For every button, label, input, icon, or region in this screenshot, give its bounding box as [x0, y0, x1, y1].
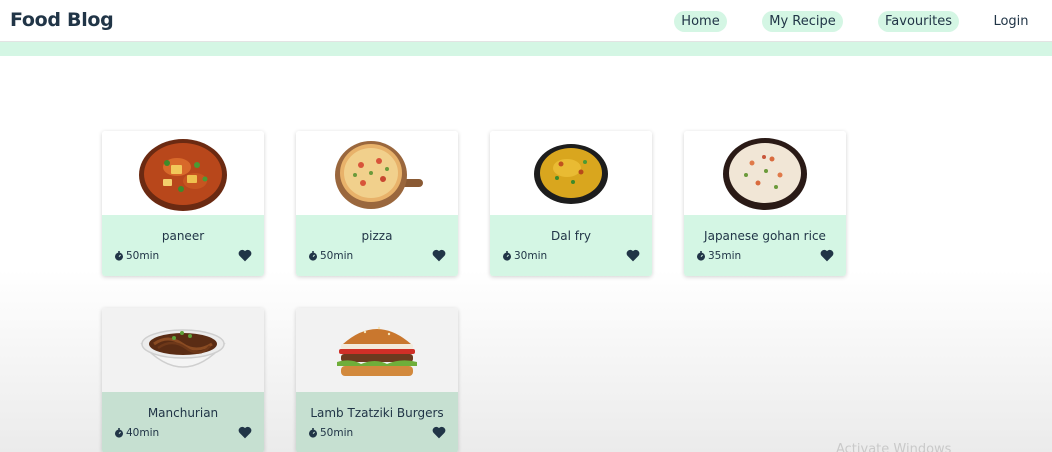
- pizza-board-image: [335, 141, 423, 209]
- nav-my-recipe-link[interactable]: My Recipe: [762, 11, 843, 32]
- recipe-title: pizza: [361, 229, 393, 243]
- favourite-heart-icon[interactable]: [238, 249, 252, 262]
- recipe-time: 50min: [308, 427, 353, 439]
- recipe-title: Japanese gohan rice: [704, 229, 826, 243]
- stopwatch-icon: [309, 251, 317, 261]
- recipe-image: [296, 131, 458, 215]
- curry-bowl-image: [139, 139, 227, 211]
- recipe-card[interactable]: Lamb Tzatziki Burgers 50min: [296, 308, 458, 452]
- nav-login-link[interactable]: Login: [990, 11, 1032, 32]
- recipe-title: Lamb Tzatziki Burgers: [310, 406, 444, 420]
- favourite-heart-icon[interactable]: [432, 249, 446, 262]
- favourite-heart-icon[interactable]: [238, 426, 252, 439]
- recipe-time-value: 50min: [320, 250, 354, 262]
- recipe-info: paneer 50min: [102, 215, 264, 276]
- recipe-card[interactable]: Manchurian 40min: [102, 308, 264, 452]
- stopwatch-icon: [503, 251, 511, 261]
- recipe-info: Lamb Tzatziki Burgers 50min: [296, 392, 458, 452]
- recipe-time: 35min: [696, 250, 741, 262]
- recipe-time-value: 50min: [126, 250, 160, 262]
- stopwatch-icon: [115, 251, 123, 261]
- recipe-info: Manchurian 40min: [102, 392, 264, 452]
- noodle-bowl-image: [140, 329, 226, 368]
- stopwatch-icon: [309, 428, 317, 438]
- header-accent-strip: [0, 42, 1052, 56]
- activate-windows-watermark: Activate Windows: [836, 442, 952, 452]
- recipe-image: [102, 131, 264, 215]
- recipe-time: 40min: [114, 427, 159, 439]
- favourite-heart-icon[interactable]: [432, 426, 446, 439]
- recipe-info: pizza 50min: [296, 215, 458, 276]
- favourite-heart-icon[interactable]: [626, 249, 640, 262]
- nav-home-link[interactable]: Home: [674, 11, 727, 32]
- brand-title[interactable]: Food Blog: [10, 9, 114, 31]
- dal-bowl-image: [534, 144, 608, 204]
- stopwatch-icon: [115, 428, 123, 438]
- recipe-image: [296, 308, 458, 392]
- burger-image: [337, 326, 417, 376]
- recipe-time: 30min: [502, 250, 547, 262]
- rice-bowl-image: [723, 138, 807, 210]
- recipe-time-value: 40min: [126, 427, 160, 439]
- recipe-time-value: 30min: [514, 250, 548, 262]
- recipe-image: [490, 131, 652, 215]
- recipe-info: Dal fry 30min: [490, 215, 652, 276]
- recipe-time: 50min: [114, 250, 159, 262]
- stopwatch-icon: [697, 251, 705, 261]
- recipe-time: 50min: [308, 250, 353, 262]
- recipe-card[interactable]: Japanese gohan rice 35min: [684, 131, 846, 276]
- recipe-title: paneer: [161, 229, 205, 243]
- recipe-time-value: 50min: [320, 427, 354, 439]
- recipe-title: Manchurian: [147, 406, 219, 420]
- recipe-card[interactable]: Dal fry 30min: [490, 131, 652, 276]
- favourite-heart-icon[interactable]: [820, 249, 834, 262]
- recipe-image: [102, 308, 264, 392]
- recipe-title: Dal fry: [550, 229, 591, 243]
- recipe-info: Japanese gohan rice 35min: [684, 215, 846, 276]
- recipe-card[interactable]: pizza 50min: [296, 131, 458, 276]
- recipe-image: [684, 131, 846, 215]
- navbar: Food Blog Home My Recipe Favourites Logi…: [0, 0, 1052, 42]
- recipe-card[interactable]: paneer 50min: [102, 131, 264, 276]
- recipe-time-value: 35min: [708, 250, 742, 262]
- nav-favourites-link[interactable]: Favourites: [878, 11, 959, 32]
